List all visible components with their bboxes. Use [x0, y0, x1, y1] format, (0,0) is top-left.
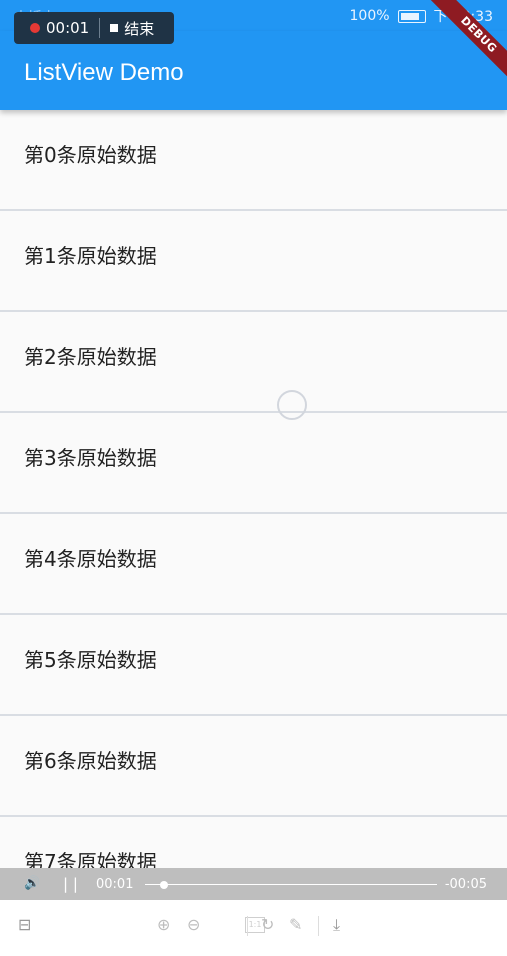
recorder-divider — [99, 18, 101, 38]
list-item-label: 第5条原始数据 — [24, 648, 157, 672]
list-item[interactable]: 第7条原始数据 — [0, 817, 507, 868]
list-item-label: 第7条原始数据 — [24, 850, 157, 868]
list-item[interactable]: 第0条原始数据 — [0, 110, 507, 211]
list-item[interactable]: 第4条原始数据 — [0, 514, 507, 615]
list-item[interactable]: 第2条原始数据 — [0, 312, 507, 413]
battery-icon — [397, 9, 426, 23]
list-item-label: 第4条原始数据 — [24, 547, 157, 571]
zoom-in-icon[interactable]: ⊕ — [157, 915, 170, 934]
progress-knob[interactable] — [160, 881, 168, 889]
viewer-toolbar: ⊟ ⊕ ⊖ 1:1 ↻ ✎ ⤓ — [0, 900, 507, 956]
toolbar-separator — [318, 916, 319, 936]
progress-track[interactable] — [145, 884, 437, 885]
list-item[interactable]: 第1条原始数据 — [0, 211, 507, 312]
download-icon[interactable]: ⤓ — [333, 915, 340, 935]
toolbar-separator — [247, 916, 248, 936]
list-item-label: 第6条原始数据 — [24, 749, 157, 773]
video-player-bar: 🔊 | | 00:01 -00:05 — [0, 868, 507, 900]
screen-recorder: 00:01 结束 — [14, 12, 174, 44]
list-item[interactable]: 第5条原始数据 — [0, 615, 507, 716]
edit-icon[interactable]: ✎ — [289, 915, 302, 934]
stop-button[interactable]: 结束 — [124, 18, 154, 39]
list-item-label: 第0条原始数据 — [24, 143, 157, 167]
rotate-icon[interactable]: ↻ — [261, 915, 274, 934]
list-item-label: 第1条原始数据 — [24, 244, 157, 268]
list-item[interactable]: 第3条原始数据 — [0, 413, 507, 514]
record-icon — [30, 23, 40, 33]
battery-percent: 100% — [349, 8, 390, 24]
record-time: 00:01 — [46, 19, 90, 37]
touch-indicator — [277, 390, 307, 420]
current-time: 00:01 — [96, 877, 134, 892]
list-item-label: 第3条原始数据 — [24, 446, 157, 470]
list-view[interactable]: 第0条原始数据 第1条原始数据 第2条原始数据 第3条原始数据 第4条原始数据 … — [0, 110, 507, 868]
list-item[interactable]: 第6条原始数据 — [0, 716, 507, 817]
stop-icon[interactable] — [110, 24, 119, 32]
zoom-out-icon[interactable]: ⊖ — [187, 915, 200, 934]
list-item-label: 第2条原始数据 — [24, 345, 157, 369]
remaining-time: -00:05 — [444, 877, 487, 892]
volume-icon[interactable]: 🔊 — [24, 876, 40, 891]
layout-icon[interactable]: ⊟ — [18, 915, 31, 934]
pause-icon[interactable]: | | — [63, 875, 78, 893]
page-title: ListView Demo — [24, 59, 184, 86]
